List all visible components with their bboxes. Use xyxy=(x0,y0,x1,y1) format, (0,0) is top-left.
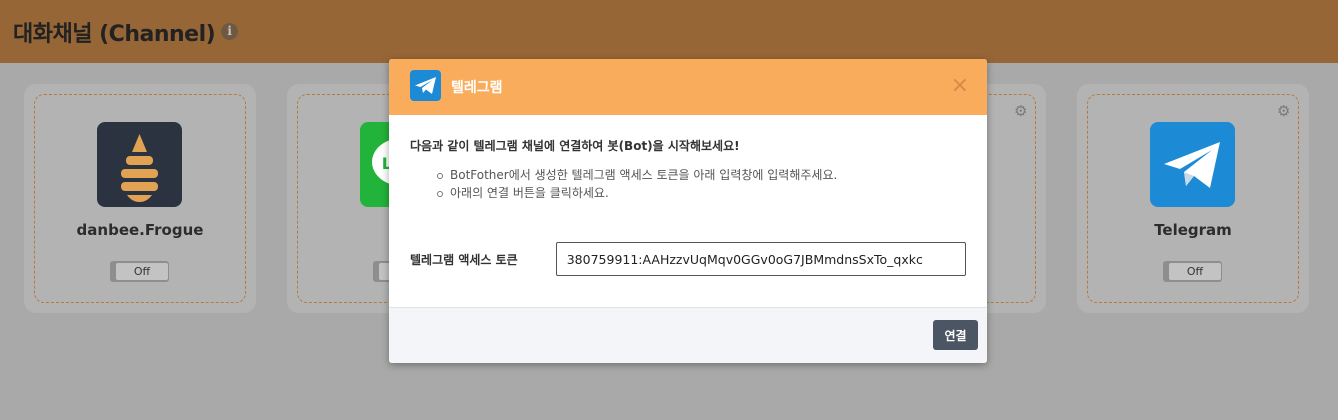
token-label: 텔레그램 액세스 토큰 xyxy=(410,252,518,267)
list-item: BotFother에서 생성한 텔레그램 액세스 토큰을 아래 입력창에 입력해… xyxy=(437,166,966,184)
intro-text: 다음과 같이 텔레그램 채널에 연결하여 봇(Bot)을 시작해보세요! xyxy=(410,139,740,153)
telegram-icon xyxy=(410,69,441,105)
list-item: 아래의 연결 버튼을 클릭하세요. xyxy=(437,184,966,202)
connect-button[interactable]: 연결 xyxy=(933,320,978,350)
token-row: 텔레그램 액세스 토큰 xyxy=(410,242,966,276)
token-input[interactable] xyxy=(555,242,966,276)
telegram-modal: 텔레그램 × 다음과 같이 텔레그램 채널에 연결하여 봇(Bot)을 시작해보… xyxy=(389,59,987,363)
steps-list: BotFother에서 생성한 텔레그램 액세스 토큰을 아래 입력창에 입력해… xyxy=(410,166,966,202)
modal-header: 텔레그램 × xyxy=(389,59,987,115)
modal-body: 다음과 같이 텔레그램 채널에 연결하여 봇(Bot)을 시작해보세요! Bot… xyxy=(389,115,987,308)
close-icon[interactable]: × xyxy=(951,75,969,97)
modal-footer: 연결 xyxy=(389,307,987,363)
modal-title: 텔레그램 xyxy=(451,80,503,96)
